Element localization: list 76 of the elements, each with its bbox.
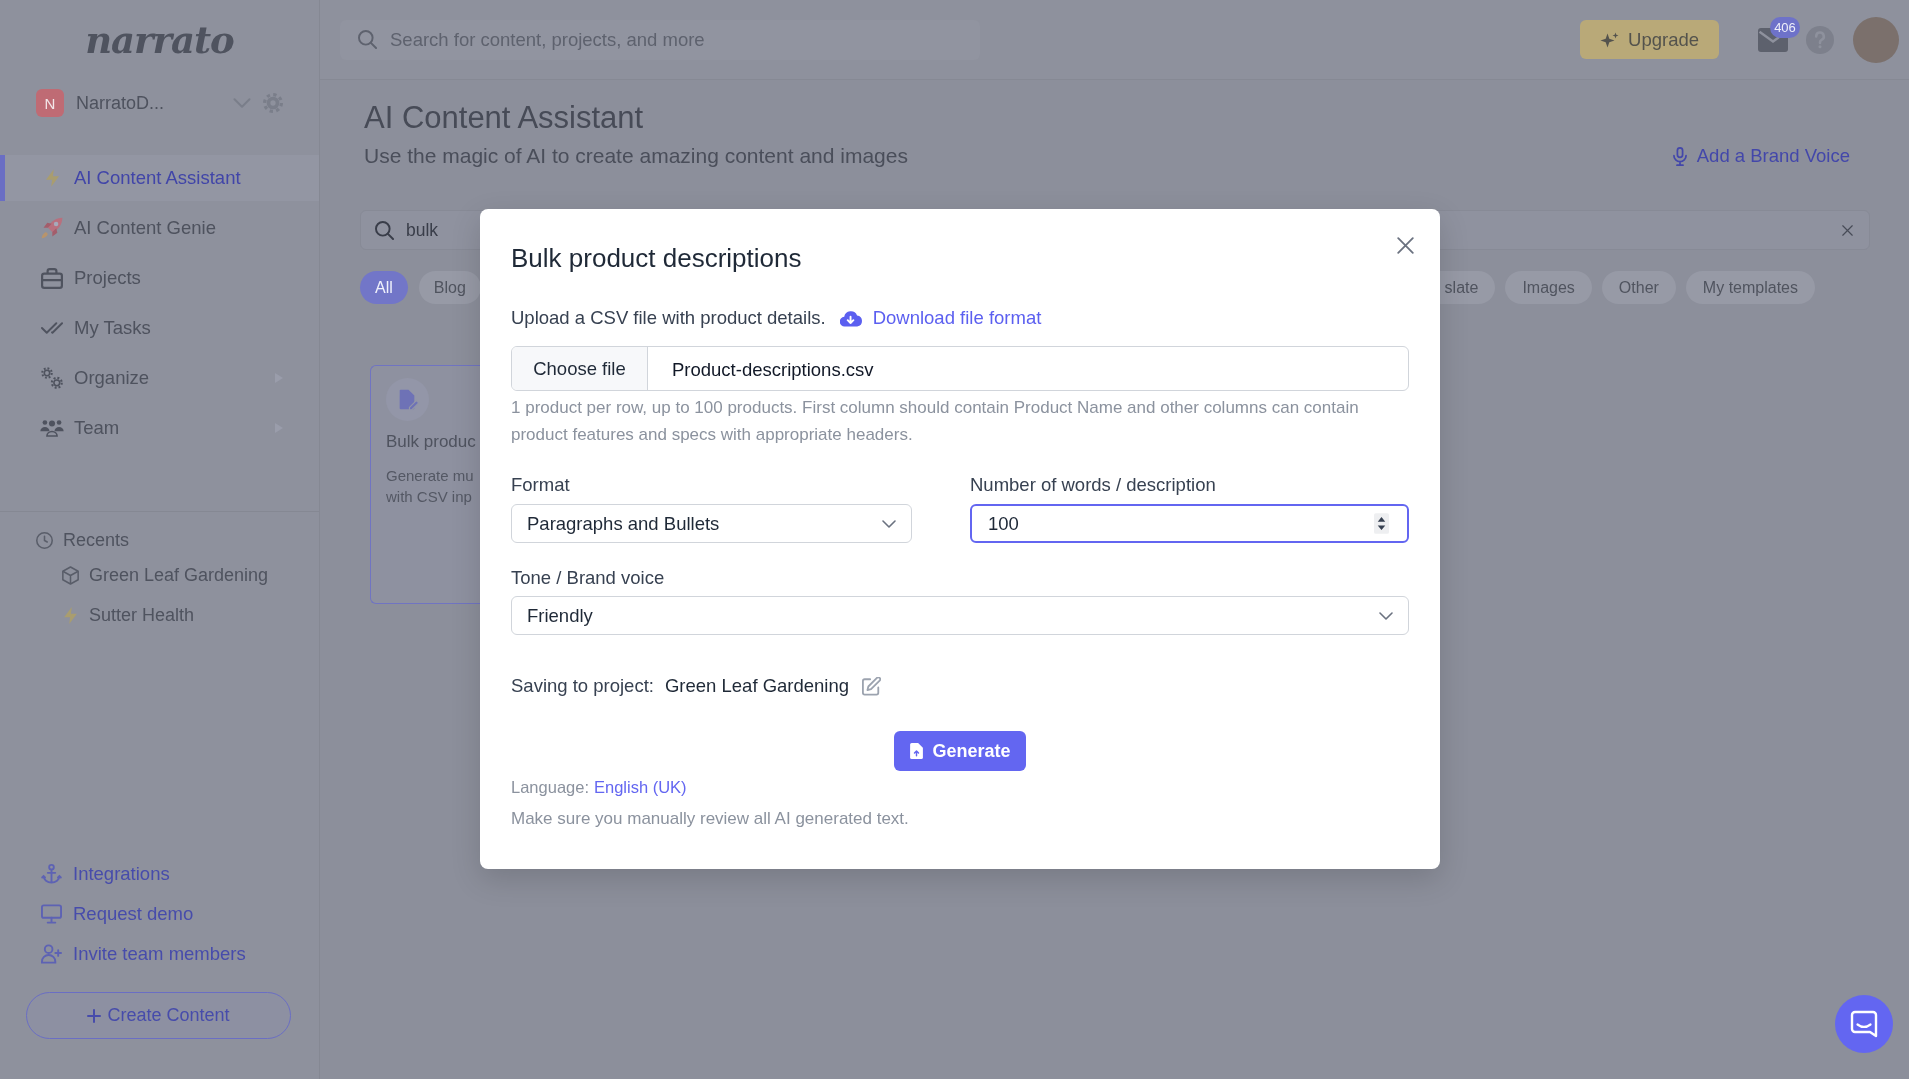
- nav-item[interactable]: AI Content Assistant: [0, 155, 319, 201]
- page-subtitle: Use the magic of AI to create amazing content and images: [364, 143, 908, 169]
- upload-label: Upload a CSV file with product details.: [511, 306, 826, 330]
- project-name: Green Leaf Gardening: [664, 674, 850, 698]
- close-icon[interactable]: [1397, 237, 1414, 254]
- section-title: Recents: [63, 529, 130, 551]
- nav-item[interactable]: AI Content Genie: [0, 205, 319, 251]
- chevron-down-icon: [882, 519, 896, 528]
- choose-file-button[interactable]: Choose file: [512, 347, 648, 390]
- sidebar-link[interactable]: Request demo: [0, 894, 319, 934]
- clear-icon[interactable]: [1842, 224, 1853, 236]
- search-icon: [375, 220, 394, 240]
- notification-badge: 406: [1770, 16, 1800, 38]
- brand-voice-link[interactable]: Add a Brand Voice: [1672, 144, 1850, 168]
- filter-chip[interactable]: All: [360, 271, 408, 304]
- modal-title: Bulk product descriptions: [511, 243, 802, 273]
- clock-icon: [36, 531, 53, 549]
- search-icon: [358, 30, 377, 49]
- nav-item[interactable]: Team: [0, 405, 319, 451]
- language-label: Language:: [511, 777, 589, 798]
- edit-icon[interactable]: [862, 676, 882, 696]
- lightning-bolt-icon: [45, 169, 59, 187]
- logo[interactable]: narrato: [85, 18, 234, 62]
- plus-icon: [87, 1008, 102, 1023]
- workspace-name[interactable]: NarratoD...: [76, 92, 165, 114]
- briefcase-icon: [41, 267, 63, 289]
- recent-item[interactable]: Sutter Health: [0, 595, 319, 635]
- microphone-icon: [1672, 146, 1687, 166]
- word-count-input[interactable]: 100: [970, 504, 1409, 543]
- nav-item[interactable]: Organize: [0, 355, 319, 401]
- sparkle-icon: [1600, 31, 1620, 48]
- chat-icon[interactable]: [1835, 995, 1893, 1053]
- field-label: Tone / Brand voice: [511, 567, 666, 589]
- chevron-down-icon: [1379, 611, 1393, 620]
- filter-chip[interactable]: Images: [1505, 271, 1592, 304]
- tone-dropdown[interactable]: Friendly: [511, 596, 1409, 635]
- sidebar-link[interactable]: Invite team members: [0, 934, 319, 974]
- add-user-icon: [40, 944, 62, 964]
- card-description: Generate mu with CSV inp: [386, 466, 475, 507]
- stepper-icon[interactable]: [1374, 513, 1389, 534]
- sidebar-link[interactable]: Integrations: [0, 854, 319, 894]
- create-content-button[interactable]: Create Content: [26, 992, 291, 1039]
- card-title: Bulk produc: [386, 431, 477, 453]
- recent-item[interactable]: Green Leaf Gardening: [0, 555, 319, 595]
- file-name: Product-descriptions.csv: [671, 359, 874, 381]
- rocket-icon: [41, 217, 63, 239]
- project-label: Saving to project:: [511, 674, 654, 698]
- field-label: Format: [511, 474, 571, 496]
- filter-chip[interactable]: My templates: [1685, 271, 1815, 304]
- language-link[interactable]: English (UK): [594, 776, 687, 798]
- cloud-download-icon: [839, 309, 863, 327]
- people-icon: [40, 419, 64, 437]
- disclaimer-text: Make sure you manually review all AI generated text.: [511, 808, 910, 830]
- avatar-placeholder[interactable]: [1853, 16, 1899, 63]
- cube-icon: [61, 565, 79, 585]
- upgrade-button[interactable]: Upgrade: [1580, 20, 1719, 59]
- file-upload-field[interactable]: Choose file Product-descriptions.csv: [511, 346, 1409, 391]
- lightning-bolt-icon: [63, 606, 77, 624]
- filter-chip[interactable]: Other: [1601, 271, 1676, 304]
- anchor-icon: [40, 864, 62, 884]
- help-text: 1 product per row, up to 100 products. First column should contain Product Name and other columns can contain product features and specs with appropriate headers.: [511, 397, 1360, 446]
- template-card[interactable]: Bulk produc Generate mu with CSV inp: [370, 365, 480, 604]
- gears-icon: [41, 367, 63, 389]
- nav-item[interactable]: Projects: [0, 255, 319, 301]
- document-edit-icon: [386, 378, 429, 421]
- file-upload-icon: [910, 743, 924, 759]
- download-link[interactable]: Download file format: [839, 306, 1042, 330]
- monitor-icon: [40, 904, 62, 924]
- field-label: Number of words / description: [970, 474, 1217, 496]
- double-check-icon: [41, 322, 63, 334]
- page-title: AI Content Assistant: [364, 100, 645, 136]
- format-dropdown[interactable]: Paragraphs and Bullets: [511, 504, 912, 543]
- workspace-avatar: N: [36, 89, 64, 117]
- generate-button[interactable]: Generate: [894, 731, 1026, 771]
- filter-chip[interactable]: Blog: [418, 271, 481, 304]
- nav-item[interactable]: My Tasks: [0, 305, 319, 351]
